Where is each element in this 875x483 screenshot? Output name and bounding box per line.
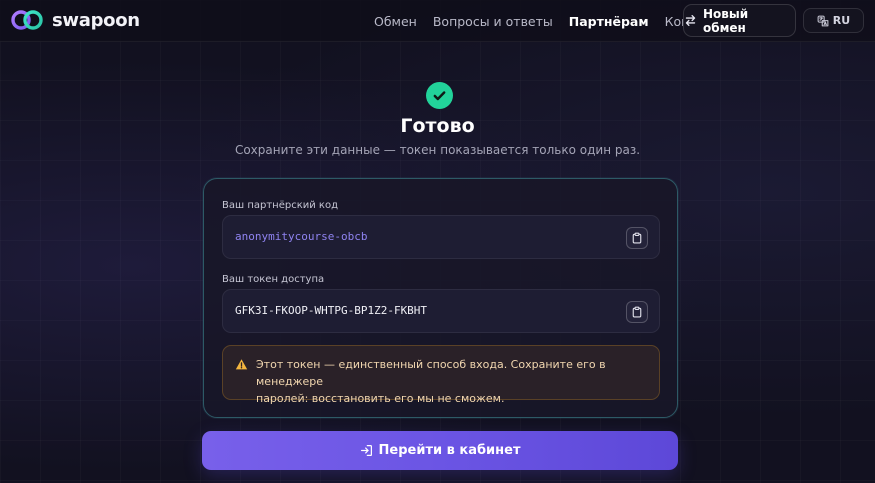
logo[interactable]: swapoon: [10, 9, 140, 31]
language-switcher[interactable]: RU: [803, 8, 864, 33]
new-exchange-label: Новый обмен: [702, 6, 749, 35]
check-icon: [433, 91, 446, 101]
nav-link-faq[interactable]: Вопросы и ответы: [433, 14, 553, 29]
warning-text: Этот токен — единственный способ входа. …: [256, 356, 647, 407]
new-exchange-button[interactable]: Новый обмен: [683, 4, 796, 37]
partner-code-value[interactable]: anonymitycourse-obcb: [235, 230, 367, 243]
page-title: Готово: [400, 115, 475, 137]
translate-icon: [817, 15, 829, 26]
go-to-dashboard-label: Перейти в кабинет: [378, 443, 521, 458]
page-subtitle: Сохраните эти данные — токен показываетс…: [234, 143, 641, 157]
warning-line-2: паролей: восстановить его мы не сможем.: [256, 392, 505, 405]
login-icon: [360, 445, 372, 456]
copy-token-button[interactable]: [626, 301, 648, 323]
warning-line-1: Этот токен — единственный способ входа. …: [256, 358, 606, 388]
nav-link-partners[interactable]: Партнёрам: [569, 14, 649, 29]
token-field: GFK3I-FKOOP-WHTPG-BP1Z2-FKBHT: [222, 289, 660, 333]
token-value[interactable]: GFK3I-FKOOP-WHTPG-BP1Z2-FKBHT: [235, 304, 427, 317]
swapoon-logo-icon: [11, 10, 43, 30]
token-label: Ваш токен доступа: [222, 274, 325, 285]
clipboard-icon: [632, 232, 642, 244]
go-to-dashboard-button[interactable]: Перейти в кабинет: [202, 431, 678, 470]
warning-triangle-icon: [235, 359, 248, 370]
clipboard-icon: [632, 306, 642, 318]
partner-code-label: Ваш партнёрский код: [222, 200, 338, 211]
swap-arrows-icon: [685, 14, 696, 27]
partner-code-field: anonymitycourse-obcb: [222, 215, 660, 259]
main-nav: Обмен Вопросы и ответы Партнёрам Контакт…: [374, 0, 729, 42]
copy-partner-code-button[interactable]: [626, 227, 648, 249]
success-check: [426, 82, 453, 109]
logo-text: swapoon: [52, 9, 140, 31]
nav-link-exchange[interactable]: Обмен: [374, 14, 417, 29]
top-header: swapoon Обмен Вопросы и ответы Партнёрам…: [0, 0, 875, 42]
language-label: RU: [832, 14, 851, 27]
warning-notice: Этот токен — единственный способ входа. …: [222, 345, 660, 405]
credentials-card: Ваш партнёрский код anonymitycourse-obcb…: [203, 178, 678, 418]
